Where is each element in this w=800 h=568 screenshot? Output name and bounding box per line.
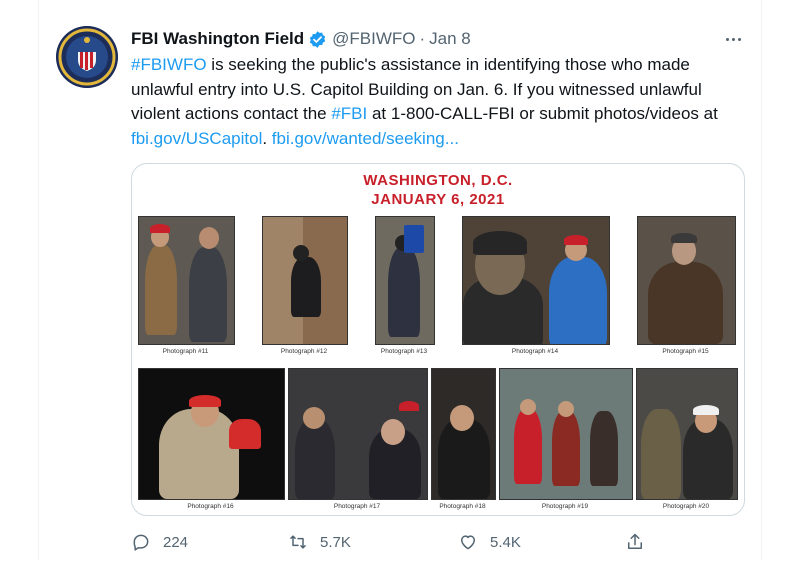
author-handle[interactable]: @FBIWFO (332, 29, 415, 49)
tweet-text-segment: . (262, 128, 272, 148)
heart-icon (458, 532, 490, 552)
share-icon (625, 532, 657, 552)
header-separator: · (419, 29, 426, 48)
photo-11 (138, 216, 235, 345)
share-button[interactable] (625, 528, 657, 556)
media-image[interactable]: WASHINGTON, D.C. JANUARY 6, 2021 Photogr… (131, 163, 745, 516)
photo-19 (499, 368, 633, 500)
photo-caption: Photograph #15 (662, 348, 709, 355)
photo-17 (288, 368, 428, 500)
like-count: 5.4K (490, 533, 521, 551)
author-name[interactable]: FBI Washington Field (131, 29, 304, 49)
photo-caption: Photograph #19 (541, 503, 589, 510)
photo-caption: Photograph #16 (187, 503, 234, 510)
photo-18 (431, 368, 496, 500)
photo-20 (636, 368, 738, 500)
reply-count: 224 (163, 533, 189, 551)
hashtag-link[interactable]: #FBIWFO (131, 55, 207, 74)
photo-caption: Photograph #18 (439, 503, 486, 510)
tweet-actions: 224 5.7K 5.4K (0, 528, 800, 556)
like-button[interactable]: 5.4K (458, 528, 521, 556)
url-link[interactable]: fbi.gov/wanted/seeking... (272, 129, 459, 148)
retweet-icon (288, 532, 320, 552)
photo-caption: Photograph #14 (511, 348, 559, 355)
photo-15 (637, 216, 736, 345)
photo-caption: Photograph #17 (333, 503, 381, 510)
reply-button[interactable]: 224 (131, 528, 188, 556)
retweet-count: 5.7K (320, 533, 351, 551)
fbi-seal-icon[interactable] (56, 26, 118, 88)
photo-caption: Photograph #13 (380, 348, 428, 355)
photo-14 (462, 216, 610, 345)
tweet-text-segment: at 1-800-CALL-FBI or submit photos/video… (367, 104, 718, 123)
tweet-header: FBI Washington Field @FBIWFO · Jan 8 (131, 28, 471, 50)
photo-caption: Photograph #12 (280, 348, 328, 355)
more-options-icon[interactable] (722, 28, 744, 50)
poster-title-line2: JANUARY 6, 2021 (371, 191, 505, 208)
photo-caption: Photograph #20 (662, 503, 710, 510)
hashtag-link[interactable]: #FBI (331, 104, 367, 123)
photo-13 (375, 216, 435, 345)
tweet-text: #FBIWFO is seeking the public's assistan… (131, 53, 741, 151)
url-link[interactable]: fbi.gov/USCapitol (131, 129, 262, 148)
photo-16 (138, 368, 285, 500)
poster-title-line1: WASHINGTON, D.C. (363, 172, 513, 189)
retweet-button[interactable]: 5.7K (288, 528, 351, 556)
reply-icon (131, 532, 163, 552)
photo-12 (262, 216, 348, 345)
tweet-date[interactable]: Jan 8 (429, 29, 471, 49)
verified-badge-icon (308, 30, 327, 49)
photo-caption: Photograph #11 (162, 348, 209, 355)
